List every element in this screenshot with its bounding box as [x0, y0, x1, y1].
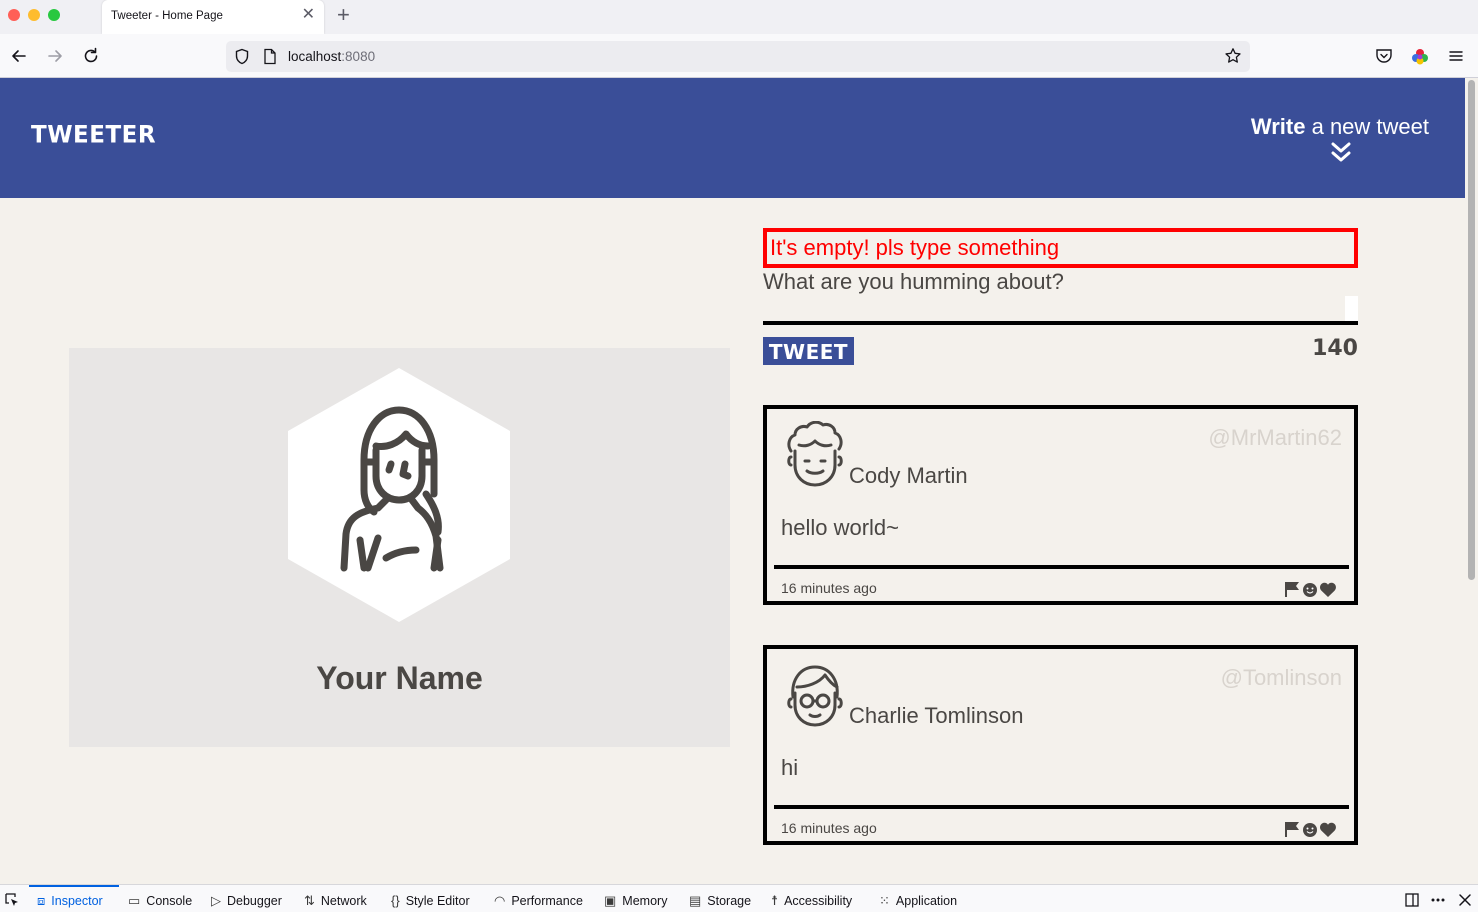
network-icon: ⇅	[304, 893, 315, 908]
inspector-icon: ⧈	[37, 893, 46, 908]
devtools-toolbar: ⧈ Inspector ▭ Console ▷ Debugger ⇅ Network {…	[0, 884, 1478, 912]
debugger-icon: ▷	[211, 893, 221, 908]
style-editor-icon: {}	[391, 893, 400, 908]
chevron-double-down-icon[interactable]	[1331, 141, 1351, 163]
compose-divider	[763, 321, 1358, 325]
page-icon	[264, 48, 276, 65]
retweet-icon[interactable]	[1303, 823, 1317, 837]
tweet-divider	[774, 565, 1349, 569]
tab-close-icon[interactable]: ✕	[302, 7, 315, 23]
retweet-icon[interactable]	[1303, 583, 1317, 597]
menu-icon[interactable]	[1448, 49, 1464, 63]
tweet-actions	[1285, 582, 1336, 597]
browser-nav-bar: localhost:8080	[0, 34, 1478, 78]
new-tab-button[interactable]: +	[337, 4, 350, 26]
tweet-button[interactable]: TWEET	[763, 337, 854, 365]
site-header: TWEETER Write a new tweet	[0, 78, 1465, 198]
tweet-handle[interactable]: @Tomlinson	[1221, 665, 1342, 691]
page-scrollbar-thumb[interactable]	[1468, 80, 1475, 580]
devtools-tab-debugger[interactable]: ▷ Debugger	[211, 893, 282, 909]
devtools-tab-storage[interactable]: ▤ Storage	[689, 893, 751, 909]
compose-prompt: What are you humming about?	[763, 269, 1064, 294]
glasses-avatar-icon	[787, 665, 843, 727]
tweet-timestamp: 16 minutes ago	[781, 820, 877, 836]
forward-icon[interactable]	[44, 45, 66, 67]
tweet-card: @Tomlinson Charlie Tomlinson hi 16 minut…	[763, 645, 1358, 845]
tweet-body: hi	[781, 755, 799, 780]
devtools-tab-console[interactable]: ▭ Console	[128, 893, 192, 909]
compose-toggle-bold: Write	[1250, 114, 1306, 139]
tweet-author-name: Cody Martin	[849, 463, 968, 488]
compose-toggle-text: a new tweet	[1305, 114, 1429, 139]
devtools-tab-network[interactable]: ⇅ Network	[304, 893, 367, 909]
browser-tab[interactable]: Tweeter - Home Page ✕	[102, 0, 324, 34]
tweet-timestamp: 16 minutes ago	[781, 580, 877, 596]
element-picker-icon[interactable]	[4, 892, 20, 908]
storage-icon: ▤	[689, 893, 702, 908]
devtools-active-indicator	[29, 885, 119, 887]
devtools-tab-memory[interactable]: ▣ Memory	[604, 893, 667, 909]
memory-icon: ▣	[604, 893, 617, 908]
compose-error-message: It's empty! pls type something	[763, 228, 1358, 268]
more-options-icon[interactable]	[1430, 892, 1446, 908]
dock-side-icon[interactable]	[1404, 892, 1420, 908]
reload-icon[interactable]	[80, 45, 102, 67]
curly-hair-avatar-icon	[787, 421, 843, 487]
performance-icon: ◠	[494, 893, 506, 908]
extension-color-icon[interactable]	[1411, 48, 1429, 66]
tweet-author-name: Charlie Tomlinson	[849, 703, 1024, 728]
window-close-button[interactable]	[8, 9, 20, 21]
character-counter: 140	[1312, 336, 1358, 361]
browser-tab-bar: Tweeter - Home Page ✕ +	[0, 0, 1478, 34]
tweet-handle[interactable]: @MrMartin62	[1208, 425, 1342, 451]
devtools-tab-style-editor[interactable]: {} Style Editor	[391, 893, 470, 908]
tab-title: Tweeter - Home Page	[111, 10, 223, 22]
console-icon: ▭	[128, 893, 141, 908]
heart-icon[interactable]	[1320, 822, 1336, 837]
devtools-tab-inspector[interactable]: ⧈ Inspector	[37, 893, 103, 909]
url-text: localhost:8080	[288, 49, 376, 64]
url-bar[interactable]: localhost:8080	[226, 41, 1250, 72]
tweet-card: @MrMartin62 Cody Martin hello world~ 16 …	[763, 405, 1358, 605]
heart-icon[interactable]	[1320, 582, 1336, 597]
site-logo[interactable]: TWEETER	[31, 121, 156, 148]
profile-avatar	[288, 368, 510, 622]
shield-icon[interactable]	[234, 48, 250, 65]
compose-textarea[interactable]	[763, 295, 1358, 321]
application-icon: ⁙	[879, 893, 890, 908]
back-icon[interactable]	[8, 45, 30, 67]
profile-name: Your Name	[316, 660, 483, 696]
tweet-divider	[774, 805, 1349, 809]
flag-icon[interactable]	[1285, 582, 1299, 597]
compose-toggle[interactable]: Write a new tweet	[1251, 114, 1429, 140]
accessibility-icon: ☨	[771, 893, 779, 908]
pocket-icon[interactable]	[1375, 48, 1393, 64]
bookmark-star-icon[interactable]	[1224, 47, 1242, 65]
window-minimize-button[interactable]	[28, 9, 40, 21]
window-zoom-button[interactable]	[48, 9, 60, 21]
devtools-tab-accessibility[interactable]: ☨ Accessibility	[771, 893, 852, 909]
tweet-actions	[1285, 822, 1336, 837]
flag-icon[interactable]	[1285, 822, 1299, 837]
textarea-scrollbar[interactable]	[1345, 296, 1358, 321]
tweet-body: hello world~	[781, 515, 900, 540]
page-scrollbar[interactable]	[1465, 78, 1478, 884]
close-devtools-icon[interactable]	[1457, 892, 1473, 908]
devtools-tab-application[interactable]: ⁙ Application	[879, 893, 957, 909]
devtools-tab-performance[interactable]: ◠ Performance	[494, 893, 583, 909]
